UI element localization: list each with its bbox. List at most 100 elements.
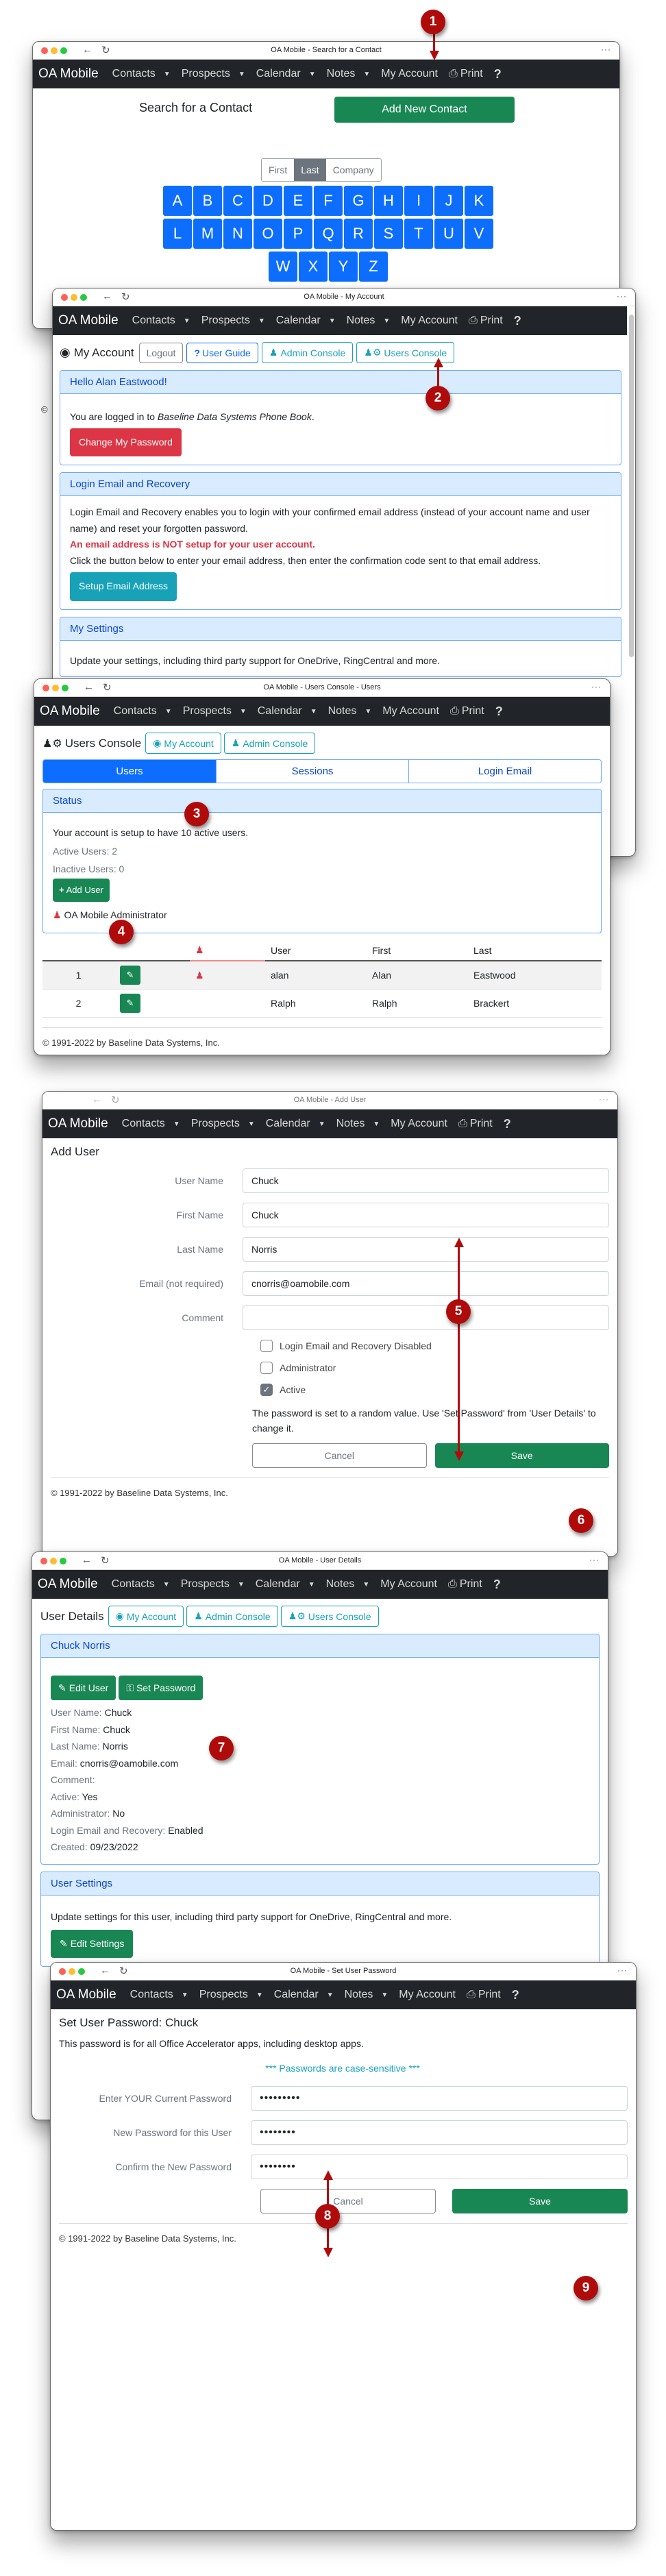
col-admin[interactable]: ♟	[190, 940, 265, 962]
administrator-checkbox[interactable]	[260, 1362, 273, 1374]
nav-print[interactable]: ⎙ Print	[469, 315, 503, 327]
nav-calendar[interactable]: Calendar ▼	[256, 68, 316, 80]
nav-help[interactable]: ?	[512, 1988, 519, 2002]
change-password-button[interactable]: Change My Password	[70, 428, 182, 456]
nav-my-account[interactable]: My Account	[381, 68, 438, 80]
set-password-button[interactable]: ⚿ Set Password	[119, 1676, 204, 1701]
tab-login-email[interactable]: Login Email	[408, 760, 601, 783]
mode-company[interactable]: Company	[325, 159, 381, 181]
nav-contacts[interactable]: Contacts ▼	[112, 1578, 170, 1591]
email-input[interactable]	[243, 1271, 609, 1296]
add-user-button[interactable]: + Add User	[53, 878, 110, 903]
nav-prospects[interactable]: Prospects ▼	[182, 68, 245, 80]
letter-button-o[interactable]: O	[254, 219, 282, 249]
last-name-input[interactable]	[243, 1237, 609, 1262]
first-name-input[interactable]	[243, 1203, 609, 1227]
brand-link[interactable]: OA Mobile	[38, 1577, 98, 1592]
more-icon[interactable]: ···	[599, 1094, 609, 1104]
save-button[interactable]: Save	[452, 2189, 628, 2213]
letter-button-r[interactable]: R	[344, 219, 373, 249]
admin-console-button[interactable]: ♟ Admin Console	[186, 1606, 278, 1627]
users-console-button[interactable]: ♟⚙ Users Console	[280, 1606, 379, 1627]
user-name-input[interactable]	[243, 1168, 609, 1193]
letter-button-f[interactable]: F	[314, 186, 343, 216]
tab-sessions[interactable]: Sessions	[216, 760, 408, 783]
tab-users[interactable]: Users	[43, 760, 216, 783]
more-icon[interactable]: ···	[589, 1555, 600, 1565]
letter-button-z[interactable]: Z	[359, 252, 388, 282]
nav-calendar[interactable]: Calendar ▼	[266, 1118, 325, 1130]
nav-notes[interactable]: Notes ▼	[347, 315, 391, 327]
nav-notes[interactable]: Notes ▼	[336, 1118, 380, 1130]
letter-button-k[interactable]: K	[465, 186, 493, 216]
nav-calendar[interactable]: Calendar ▼	[256, 1578, 315, 1591]
edit-settings-button[interactable]: ✎ Edit Settings	[51, 1930, 134, 1958]
letter-button-q[interactable]: Q	[314, 219, 343, 249]
nav-contacts[interactable]: Contacts ▼	[132, 315, 190, 327]
nav-notes[interactable]: Notes ▼	[328, 705, 372, 717]
letter-button-b[interactable]: B	[193, 186, 222, 216]
letter-button-j[interactable]: J	[434, 186, 463, 216]
brand-link[interactable]: OA Mobile	[48, 1116, 108, 1131]
new-password-input[interactable]: ••••••••	[251, 2120, 628, 2145]
edit-user-button[interactable]: ✎	[120, 994, 140, 1014]
nav-help[interactable]: ?	[514, 314, 521, 328]
admin-console-button[interactable]: ♟ Admin Console	[261, 342, 354, 363]
add-new-contact-button[interactable]: Add New Contact	[334, 97, 515, 123]
brand-link[interactable]: OA Mobile	[56, 1987, 116, 2002]
nav-help[interactable]: ?	[495, 704, 503, 719]
nav-print[interactable]: ⎙ Print	[450, 705, 484, 717]
active-checkbox[interactable]: ✓	[260, 1384, 273, 1396]
letter-button-g[interactable]: G	[344, 186, 373, 216]
nav-my-account[interactable]: My Account	[391, 1118, 447, 1130]
letter-button-e[interactable]: E	[284, 186, 312, 216]
admin-console-button[interactable]: ♟ Admin Console	[223, 733, 316, 754]
letter-button-d[interactable]: D	[254, 186, 282, 216]
nav-prospects[interactable]: Prospects ▼	[199, 1989, 263, 2001]
letter-button-c[interactable]: C	[223, 186, 252, 216]
letter-button-v[interactable]: V	[465, 219, 493, 249]
letter-button-y[interactable]: Y	[329, 252, 358, 282]
login-email-disabled-option[interactable]: Login Email and Recovery Disabled	[260, 1340, 609, 1352]
letter-button-u[interactable]: U	[434, 219, 463, 249]
mode-last[interactable]: Last	[294, 159, 326, 181]
letter-button-x[interactable]: X	[299, 252, 328, 282]
nav-help[interactable]: ?	[504, 1117, 511, 1131]
letter-button-n[interactable]: N	[223, 219, 252, 249]
cancel-button[interactable]: Cancel	[252, 1443, 427, 1468]
user-guide-button[interactable]: ? User Guide	[186, 342, 258, 363]
my-account-button[interactable]: ◉ My Account	[108, 1606, 184, 1627]
nav-my-account[interactable]: My Account	[401, 315, 458, 327]
nav-my-account[interactable]: My Account	[382, 705, 439, 717]
more-icon[interactable]: ···	[617, 1965, 628, 1975]
letter-button-m[interactable]: M	[193, 219, 222, 249]
brand-link[interactable]: OA Mobile	[40, 704, 100, 719]
letter-button-i[interactable]: I	[404, 186, 433, 216]
nav-print[interactable]: ⎙ Print	[449, 68, 483, 80]
my-account-button[interactable]: ◉ My Account	[145, 733, 221, 754]
nav-notes[interactable]: Notes ▼	[327, 68, 371, 80]
col-first[interactable]: First	[367, 940, 468, 962]
letter-button-a[interactable]: A	[163, 186, 192, 216]
nav-my-account[interactable]: My Account	[380, 1578, 437, 1591]
nav-calendar[interactable]: Calendar ▼	[276, 315, 336, 327]
nav-notes[interactable]: Notes ▼	[326, 1578, 370, 1591]
nav-print[interactable]: ⎙ Print	[467, 1989, 501, 2001]
mode-first[interactable]: First	[262, 159, 295, 181]
setup-email-button[interactable]: Setup Email Address	[70, 572, 177, 601]
nav-my-account[interactable]: My Account	[399, 1989, 456, 2001]
confirm-password-input[interactable]: ••••••••	[251, 2155, 628, 2179]
cancel-button[interactable]: Cancel	[260, 2189, 436, 2213]
letter-button-h[interactable]: H	[374, 186, 403, 216]
logout-button[interactable]: Logout	[138, 342, 184, 363]
nav-notes[interactable]: Notes ▼	[345, 1989, 388, 2001]
brand-link[interactable]: OA Mobile	[38, 66, 99, 82]
more-icon[interactable]: ···	[601, 45, 611, 54]
administrator-option[interactable]: Administrator	[260, 1362, 609, 1374]
col-user[interactable]: User	[265, 940, 367, 962]
nav-contacts[interactable]: Contacts ▼	[122, 1118, 180, 1130]
nav-prospects[interactable]: Prospects ▼	[201, 315, 265, 327]
nav-prospects[interactable]: Prospects ▼	[181, 1578, 245, 1591]
letter-button-s[interactable]: S	[374, 219, 403, 249]
edit-user-button[interactable]: ✎ Edit User	[51, 1676, 116, 1701]
